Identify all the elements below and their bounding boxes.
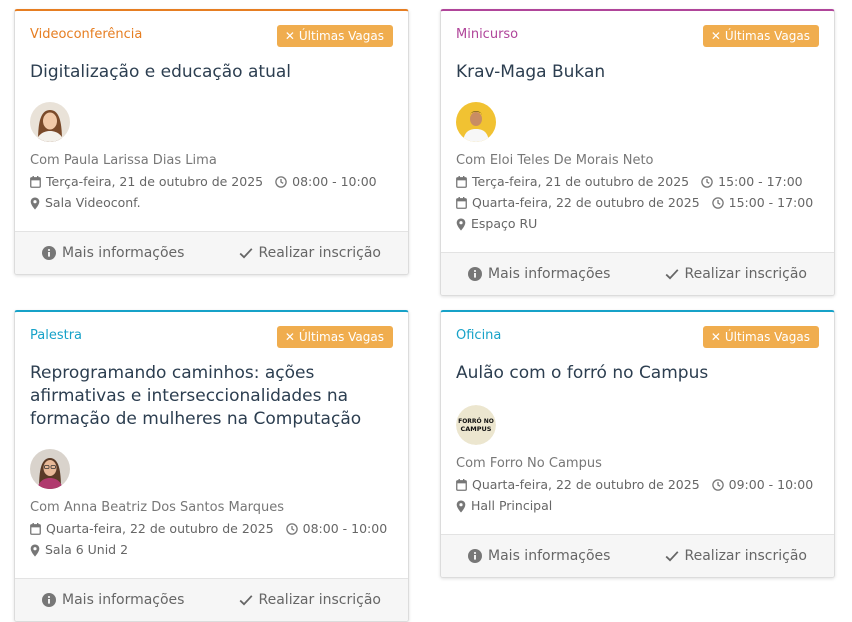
location-label: Hall Principal: [471, 498, 553, 513]
session-time: 15:00 - 17:00: [718, 174, 803, 189]
badge-label: Últimas Vagas: [724, 29, 810, 43]
clock-icon: [711, 479, 724, 491]
info-icon: [468, 549, 483, 563]
calendar-icon: [30, 523, 41, 535]
more-info-button[interactable]: Mais informações: [15, 579, 212, 621]
card-footer: Mais informações Realizar inscrição: [15, 578, 408, 621]
clock-icon: [701, 176, 713, 188]
event-title[interactable]: Digitalização e educação atual: [30, 61, 393, 84]
session-date: Terça-feira, 21 de outubro de 2025: [472, 174, 690, 189]
session-row: Quarta-feira, 22 de outubro de 2025 09:0…: [456, 477, 819, 493]
session-time: 15:00 - 17:00: [728, 195, 814, 210]
location-label: Sala Videoconf.: [45, 195, 141, 210]
location-row: Sala Videoconf.: [30, 195, 393, 211]
clock-icon: [275, 176, 287, 188]
location-row: Sala 6 Unid 2: [30, 542, 393, 558]
calendar-icon: [30, 176, 41, 188]
session-row: Quarta-feira, 22 de outubro de 2025 08:0…: [30, 521, 393, 537]
session-time: 08:00 - 10:00: [302, 521, 388, 536]
event-card: Oficina ✕ Últimas Vagas Aulão com o forró…: [440, 310, 835, 578]
check-icon: [665, 551, 678, 562]
enroll-button[interactable]: Realizar inscrição: [212, 232, 409, 274]
event-title[interactable]: Reprogramando caminhos: ações afirmativa…: [30, 362, 393, 431]
clock-icon: [711, 197, 724, 209]
clock-icon: [285, 523, 298, 535]
session-date: Quarta-feira, 22 de outubro de 2025: [472, 195, 700, 210]
badge-label: Últimas Vagas: [298, 330, 384, 344]
svg-text:FORRÓ NO: FORRÓ NO: [458, 418, 494, 425]
avatar: [30, 449, 70, 489]
speaker-name: Com Forro No Campus: [456, 456, 602, 471]
avatar: FORRÓ NO CAMPUS: [456, 405, 496, 445]
event-card: Videoconferência ✕ Últimas Vagas Digitali…: [14, 9, 409, 275]
calendar-icon: [456, 197, 467, 209]
session-row: Terça-feira, 21 de outubro de 2025 08:00…: [30, 174, 393, 190]
check-icon: [239, 248, 252, 259]
session-time: 09:00 - 10:00: [728, 477, 814, 492]
speaker-name: Com Paula Larissa Dias Lima: [30, 153, 217, 168]
info-icon: [468, 267, 483, 281]
speaker-name: Com Anna Beatriz Dos Santos Marques: [30, 500, 285, 515]
event-card: Minicurso ✕ Últimas Vagas Krav-Maga Bukan…: [440, 9, 835, 296]
check-icon: [665, 269, 678, 280]
close-icon: ✕: [284, 29, 295, 43]
avatar: [30, 102, 70, 142]
enroll-button[interactable]: Realizar inscrição: [638, 535, 835, 577]
avatar: [456, 102, 496, 142]
status-badge: ✕ Últimas Vagas: [702, 25, 819, 47]
session-date: Terça-feira, 21 de outubro de 2025: [46, 174, 264, 189]
enroll-button[interactable]: Realizar inscrição: [638, 253, 835, 295]
more-info-button[interactable]: Mais informações: [441, 253, 638, 295]
close-icon: ✕: [710, 29, 721, 43]
info-icon: [42, 593, 57, 607]
speaker-name: Com Eloi Teles De Morais Neto: [456, 153, 654, 168]
info-icon: [42, 246, 57, 260]
map-marker-icon: [30, 544, 40, 556]
status-badge: ✕ Últimas Vagas: [276, 326, 393, 348]
session-row: Terça-feira, 21 de outubro de 2025 15:00…: [456, 174, 819, 190]
card-footer: Mais informações Realizar inscrição: [441, 252, 834, 295]
more-info-button[interactable]: Mais informações: [441, 535, 638, 577]
status-badge: ✕ Últimas Vagas: [702, 326, 819, 348]
check-icon: [239, 595, 252, 606]
location-row: Espaço RU: [456, 216, 819, 232]
close-icon: ✕: [284, 330, 295, 344]
session-date: Quarta-feira, 22 de outubro de 2025: [472, 477, 700, 492]
map-marker-icon: [456, 218, 466, 230]
badge-label: Últimas Vagas: [724, 330, 810, 344]
event-card: Palestra ✕ Últimas Vagas Reprogramando ca…: [14, 310, 409, 622]
badge-label: Últimas Vagas: [298, 29, 384, 43]
map-marker-icon: [30, 197, 40, 209]
location-label: Espaço RU: [471, 216, 538, 231]
card-footer: Mais informações Realizar inscrição: [441, 534, 834, 577]
calendar-icon: [456, 176, 467, 188]
calendar-icon: [456, 479, 467, 491]
enroll-button[interactable]: Realizar inscrição: [212, 579, 409, 621]
status-badge: ✕ Últimas Vagas: [276, 25, 393, 47]
event-title[interactable]: Aulão com o forró no Campus: [456, 362, 819, 385]
svg-text:CAMPUS: CAMPUS: [461, 425, 492, 433]
session-row: Quarta-feira, 22 de outubro de 2025 15:0…: [456, 195, 819, 211]
card-footer: Mais informações Realizar inscrição: [15, 231, 408, 274]
location-row: Hall Principal: [456, 498, 819, 514]
close-icon: ✕: [710, 330, 721, 344]
more-info-button[interactable]: Mais informações: [15, 232, 212, 274]
event-title[interactable]: Krav-Maga Bukan: [456, 61, 819, 84]
session-time: 08:00 - 10:00: [292, 174, 377, 189]
session-date: Quarta-feira, 22 de outubro de 2025: [46, 521, 274, 536]
location-label: Sala 6 Unid 2: [45, 542, 129, 557]
map-marker-icon: [456, 500, 466, 512]
